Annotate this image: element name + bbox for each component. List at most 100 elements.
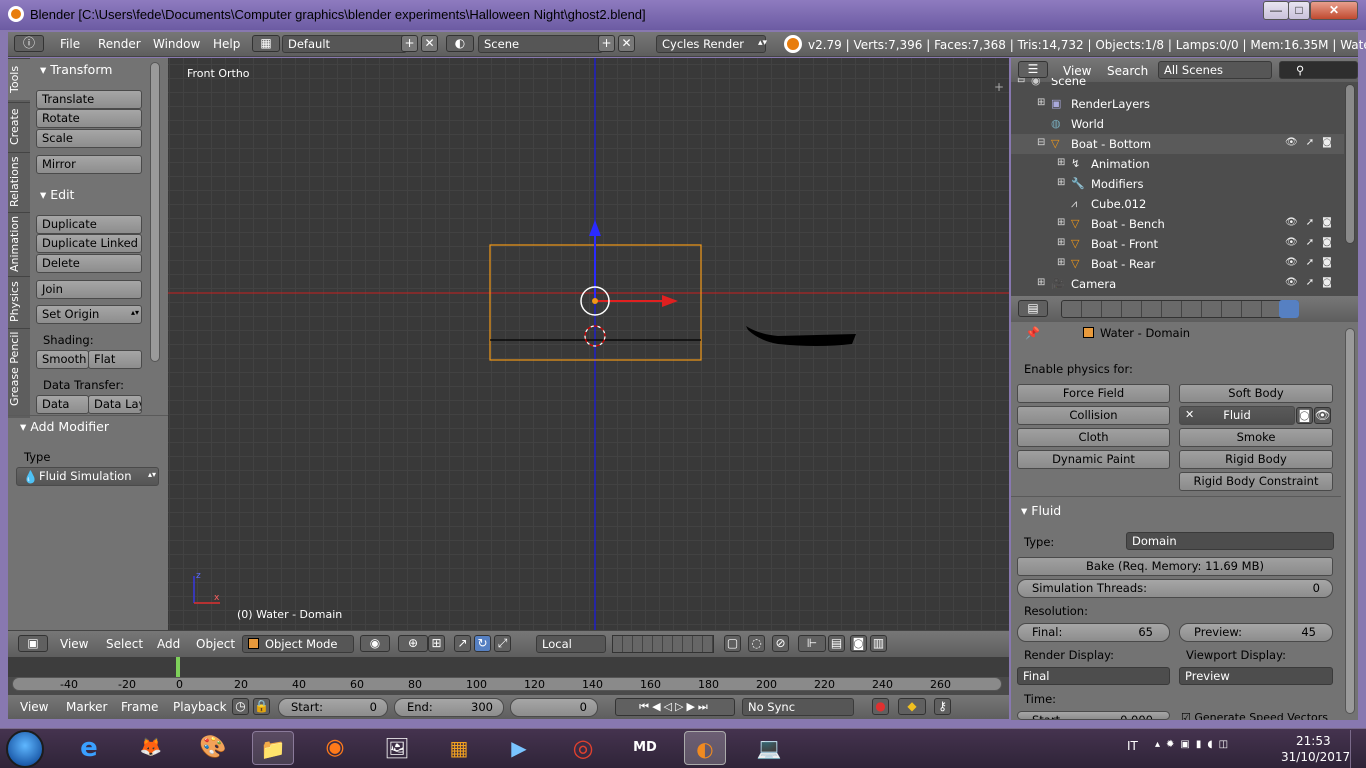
rigid-body-constraint-button[interactable]: Rigid Body Constraint	[1179, 472, 1333, 491]
outliner-row[interactable]: ⊞ ↯ Animation	[1011, 154, 1344, 174]
smooth-button[interactable]: Smooth	[36, 350, 89, 369]
animation-render-icon[interactable]: ▥	[870, 635, 887, 652]
language-indicator[interactable]: IT	[1127, 739, 1138, 753]
outliner-menu-view[interactable]: View	[1063, 64, 1091, 78]
scale-manipulator-icon[interactable]: ⤢	[494, 635, 511, 652]
md-icon[interactable]: MD	[624, 731, 666, 765]
data-transfer-layers-button[interactable]: Data Lay	[88, 395, 142, 414]
start-button[interactable]	[6, 730, 44, 768]
editor-type-icon[interactable]: ▣	[18, 635, 48, 652]
menu-render[interactable]: Render	[98, 37, 141, 51]
resolution-preview-field[interactable]: Preview: 45	[1179, 623, 1333, 642]
time-start-field[interactable]: Start 0.000	[1017, 711, 1170, 720]
scene-add-button[interactable]: +	[598, 35, 615, 52]
expand-toggle-icon[interactable]: ⊟	[1037, 137, 1045, 148]
expand-toggle-icon[interactable]: ⊞	[1057, 257, 1065, 268]
media-player-icon[interactable]: ▶	[498, 731, 540, 765]
mixer-icon[interactable]: ▦	[438, 731, 480, 765]
eye-icon[interactable]: 👁	[1314, 407, 1331, 424]
clock-date[interactable]: 31/10/2017	[1281, 750, 1350, 764]
menu-window[interactable]: Window	[153, 37, 200, 51]
outliner-row[interactable]: ⊞ ▽ Boat - Front 👁➚◙	[1011, 234, 1344, 254]
data-transfer-data-button[interactable]: Data	[36, 395, 89, 414]
outliner-row[interactable]: ⊞ ▽ Boat - Bench 👁➚◙	[1011, 214, 1344, 234]
outliner-editor-icon[interactable]: ☰	[1018, 61, 1048, 78]
show-desktop-button[interactable]	[1350, 730, 1366, 768]
scene-icon[interactable]: ◐	[446, 35, 474, 52]
fluid-type-select[interactable]: Domain	[1126, 532, 1334, 550]
render-toggle-icon[interactable]: ◙	[1296, 407, 1313, 424]
menu-view[interactable]: View	[60, 637, 88, 651]
visibility-toggles[interactable]: 👁➚◙	[1285, 217, 1340, 228]
outliner-row[interactable]: ⊟ ▽ Boat - Bottom 👁➚◙	[1011, 134, 1344, 154]
outliner-row[interactable]: ⊞ ▣ RenderLayers	[1011, 94, 1344, 114]
scene-remove-button[interactable]: ✕	[618, 35, 635, 52]
tab-tools[interactable]: Tools	[8, 58, 30, 100]
close-icon[interactable]: ✕	[1185, 408, 1194, 421]
expand-toggle-icon[interactable]: ⊟	[1017, 78, 1025, 85]
outliner-row[interactable]: ⊟ ◉ Scene	[1011, 78, 1344, 92]
n-panel-toggle-icon[interactable]: +	[994, 80, 1004, 94]
file-explorer-icon[interactable]: 📁	[252, 731, 294, 765]
maximize-button[interactable]: □	[1288, 1, 1310, 20]
minimize-button[interactable]: —	[1263, 1, 1289, 20]
gimp-icon[interactable]: 🦊	[130, 731, 172, 765]
delete-button[interactable]: Delete	[36, 254, 142, 273]
record-icon[interactable]: ●	[872, 698, 889, 715]
transform-panel-title[interactable]: ▾ Transform	[40, 62, 112, 77]
firefox-icon[interactable]: ◉	[314, 731, 356, 765]
current-frame-indicator[interactable]	[176, 657, 180, 677]
render-engine-select[interactable]: Cycles Render	[656, 35, 766, 53]
cloth-button[interactable]: Cloth	[1017, 428, 1170, 447]
fluid-panel-title[interactable]: ▾ Fluid	[1021, 503, 1061, 518]
soft-body-button[interactable]: Soft Body	[1179, 384, 1333, 403]
expand-toggle-icon[interactable]: ⊞	[1057, 217, 1065, 228]
tool-shelf-scrollbar[interactable]	[150, 62, 160, 362]
viewport-display-select[interactable]: Preview	[1179, 667, 1333, 685]
collision-button[interactable]: Collision	[1017, 406, 1170, 425]
fluid-button[interactable]: Fluid	[1179, 406, 1295, 425]
flat-button[interactable]: Flat	[88, 350, 142, 369]
layout-remove-button[interactable]: ✕	[421, 35, 438, 52]
properties-scrollbar[interactable]	[1345, 328, 1355, 714]
duplicate-linked-button[interactable]: Duplicate Linked	[36, 234, 142, 253]
set-origin-select[interactable]: Set Origin	[36, 305, 142, 324]
pin-icon[interactable]: 📌	[1025, 326, 1040, 340]
laptop-icon[interactable]: 💻	[748, 731, 790, 765]
render-preview-icon[interactable]: ◌	[748, 635, 765, 652]
scale-button[interactable]: Scale	[36, 129, 142, 148]
timeline[interactable]: -40 -20 0 20 40 60 80 100 120 140 160 180 200 220 240 2…	[8, 657, 1009, 695]
outliner-row[interactable]: ⊞ 🔧 Modifiers	[1011, 174, 1344, 194]
manipulator-toggle-icon[interactable]: ⊞	[428, 635, 445, 652]
camera-render-icon[interactable]: ◙	[850, 635, 867, 652]
outliner-search-input[interactable]: ⚲	[1279, 61, 1358, 79]
transform-orientation-select[interactable]: Local	[536, 635, 606, 653]
tab-animation[interactable]: Animation	[8, 212, 30, 274]
tab-create[interactable]: Create	[8, 102, 30, 150]
menu-select[interactable]: Select	[106, 637, 143, 651]
outliner-menu-search[interactable]: Search	[1107, 64, 1148, 78]
visibility-toggles[interactable]: 👁➚◙	[1285, 137, 1340, 148]
keyframe-icon[interactable]: ◷	[232, 698, 249, 715]
duplicate-button[interactable]: Duplicate	[36, 215, 142, 234]
tab-relations[interactable]: Relations	[8, 152, 30, 210]
lock-icon[interactable]: 🔒	[253, 698, 270, 715]
expand-toggle-icon[interactable]: ⊞	[1057, 237, 1065, 248]
info-icon[interactable]: ⓘ	[14, 35, 44, 52]
outliner-row[interactable]: ⊞ ▽ Boat - Rear 👁➚◙	[1011, 254, 1344, 274]
properties-editor-icon[interactable]: ▤	[1018, 300, 1048, 317]
menu-object[interactable]: Object	[196, 637, 235, 651]
clock-time[interactable]: 21:53	[1296, 734, 1331, 748]
playback-controls[interactable]: ⏮◀◁▷▶⏭	[615, 698, 735, 716]
start-frame-field[interactable]: Start: 0	[278, 698, 388, 717]
tl-menu-frame[interactable]: Frame	[121, 700, 158, 714]
x-manipulator-head[interactable]	[662, 295, 678, 307]
resolution-final-field[interactable]: Final: 65	[1017, 623, 1170, 642]
translate-manipulator-icon[interactable]: ↗	[454, 635, 471, 652]
close-button[interactable]: ✕	[1310, 1, 1358, 20]
proportional-edit-icon[interactable]: ⊘	[772, 635, 789, 652]
render-display-select[interactable]: Final	[1017, 667, 1170, 685]
generate-speed-vectors-checkbox[interactable]: ☑ Generate Speed Vectors	[1181, 711, 1341, 720]
mirror-button[interactable]: Mirror	[36, 155, 142, 174]
internet-explorer-icon[interactable]: e	[68, 731, 110, 765]
